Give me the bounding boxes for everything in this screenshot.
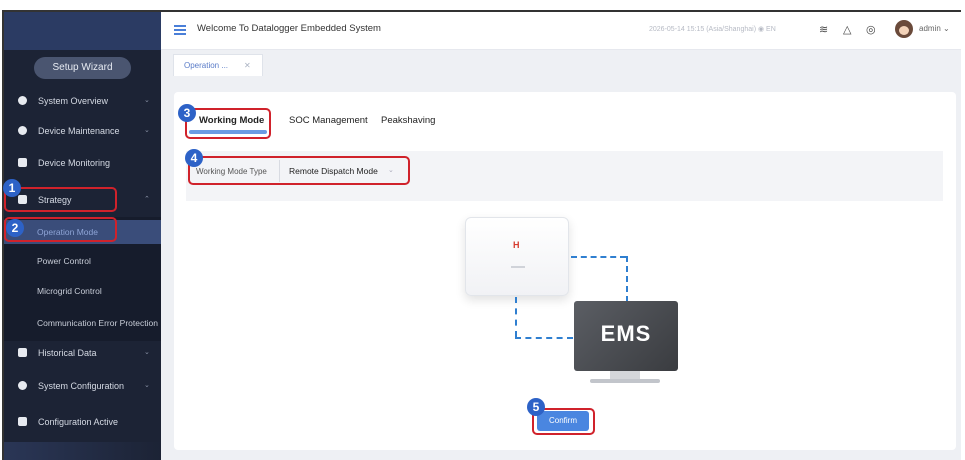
- globe-icon[interactable]: ◉: [758, 26, 766, 33]
- chevron-up-icon: ⌃: [144, 196, 150, 203]
- sidebar-subitem-communication-error-protection[interactable]: Communication Error Protection: [4, 311, 161, 335]
- highlight-working-mode-type: [188, 156, 410, 185]
- ems-monitor-image: EMS: [574, 301, 678, 371]
- chevron-down-icon: ⌄: [144, 349, 150, 356]
- alarm-bell-icon[interactable]: △: [843, 23, 851, 36]
- step-badge-3: 3: [178, 104, 196, 122]
- sidebar-item-system-overview[interactable]: System Overview ⌄: [4, 88, 161, 114]
- highlight-working-mode-tab: [185, 108, 271, 139]
- ems-label: EMS: [600, 321, 652, 346]
- chevron-down-icon: ⌄: [144, 127, 150, 134]
- connection-line: [571, 256, 626, 258]
- sidebar-item-label: Device Maintenance: [38, 126, 120, 136]
- sidebar-item-label: System Configuration: [38, 381, 125, 391]
- gear-icon: [18, 126, 27, 135]
- sidebar-item-device-monitoring[interactable]: Device Monitoring: [4, 150, 161, 176]
- step-badge-2: 2: [6, 219, 24, 237]
- inverter-slot: [511, 266, 525, 268]
- history-icon: [18, 348, 27, 357]
- step-badge-1: 1: [3, 179, 21, 197]
- monitor-icon: [18, 158, 27, 167]
- datetime-text: 2026-05-14 15:15 (Asia/Shanghai): [649, 26, 757, 33]
- sidebar-item-label: Historical Data: [38, 348, 97, 358]
- close-icon[interactable]: ✕: [244, 55, 251, 77]
- inverter-device-image: H: [465, 217, 569, 296]
- avatar[interactable]: [895, 20, 913, 38]
- page-title: Welcome To Datalogger Embedded System: [197, 23, 381, 34]
- connection-line: [515, 297, 517, 337]
- sidebar-item-device-maintenance[interactable]: Device Maintenance ⌄: [4, 118, 161, 144]
- highlight-strategy: [4, 187, 117, 212]
- chart-trend-icon[interactable]: ≋: [819, 23, 828, 36]
- sidebar-logo-area: [4, 12, 161, 50]
- top-cut-area: [0, 0, 965, 10]
- sidebar-item-label: Device Monitoring: [38, 158, 111, 168]
- connection-line: [626, 256, 628, 302]
- user-name: admin: [919, 24, 941, 33]
- app-window: Setup Wizard System Overview ⌄ Device Ma…: [0, 0, 965, 460]
- activate-icon: [18, 417, 27, 426]
- sidebar-subitem-power-control[interactable]: Power Control: [4, 249, 161, 273]
- top-header: Welcome To Datalogger Embedded System 20…: [161, 12, 961, 50]
- sidebar-item-label: System Overview: [38, 96, 109, 106]
- inverter-logo: H: [513, 240, 520, 250]
- menu-toggle-icon[interactable]: [174, 25, 186, 35]
- subtab-soc-management[interactable]: SOC Management: [289, 115, 368, 126]
- sidebar-item-system-configuration[interactable]: System Configuration ⌄: [4, 373, 161, 399]
- chevron-down-icon: ⌄: [943, 24, 950, 33]
- header-datetime: 2026-05-14 15:15 (Asia/Shanghai) ◉ EN: [649, 25, 776, 33]
- settings-circle-icon[interactable]: ◎: [866, 23, 876, 36]
- sidebar-footer: [4, 442, 161, 460]
- chevron-down-icon: ⌄: [144, 97, 150, 104]
- page-tab-strip: Operation ... ✕: [161, 50, 961, 78]
- subtab-peakshaving[interactable]: Peakshaving: [381, 115, 435, 126]
- sidebar-item-configuration-active[interactable]: Configuration Active: [4, 409, 161, 435]
- monitor-stand: [610, 371, 640, 379]
- sidebar-item-historical-data[interactable]: Historical Data ⌄: [4, 340, 161, 366]
- sidebar-item-label: Configuration Active: [38, 417, 119, 427]
- step-badge-4: 4: [185, 149, 203, 167]
- step-badge-5: 5: [527, 398, 545, 416]
- language-text[interactable]: EN: [766, 26, 776, 33]
- tab-operation-mode[interactable]: Operation ... ✕: [173, 54, 263, 76]
- config-icon: [18, 381, 27, 390]
- pie-chart-icon: [18, 96, 27, 105]
- sidebar-subitem-microgrid-control[interactable]: Microgrid Control: [4, 279, 161, 303]
- user-menu[interactable]: admin ⌄: [919, 24, 950, 33]
- chevron-down-icon: ⌄: [144, 382, 150, 389]
- connection-line: [515, 337, 573, 339]
- monitor-base: [590, 379, 660, 383]
- setup-wizard-button[interactable]: Setup Wizard: [34, 57, 131, 79]
- tab-label: Operation ...: [184, 61, 229, 70]
